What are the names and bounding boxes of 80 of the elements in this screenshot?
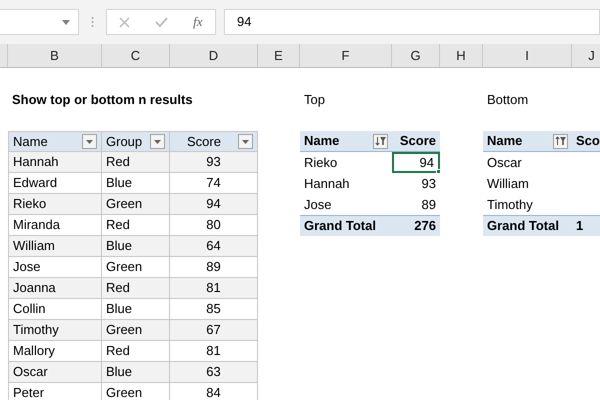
table-cell: Red	[102, 152, 170, 173]
pivot-label: Top	[303, 90, 326, 109]
pivot-cell: 94	[392, 152, 440, 173]
table-cell: 80	[170, 215, 258, 236]
table-cell: 89	[170, 257, 258, 278]
caret-icon	[86, 140, 93, 144]
table-cell: Blue	[102, 362, 170, 383]
table-cell: Blue	[102, 236, 170, 257]
grand-total-label: Grand Total	[483, 215, 572, 236]
grand-total-label: Grand Total	[300, 215, 392, 236]
pivot-cell-text: Rieko	[303, 154, 338, 172]
formula-input[interactable]: 94	[224, 9, 600, 35]
table-cell: 81	[170, 278, 258, 299]
table-cell: Hannah	[8, 152, 102, 173]
table-cell: Jose	[8, 257, 102, 278]
table-cell: Blue	[102, 299, 170, 320]
pivot-heading: Name	[304, 132, 340, 150]
column-heading: Name	[13, 132, 48, 151]
drag-handle-icon[interactable]	[91, 16, 94, 28]
table-cell: Collin	[8, 299, 102, 320]
column-header[interactable]: E	[258, 44, 300, 67]
pivot-heading: Score	[392, 131, 440, 152]
table-cell: 94	[170, 194, 258, 215]
table-cell: 74	[170, 173, 258, 194]
pivot-heading: Sco	[572, 131, 600, 152]
insert-function-button[interactable]: fx	[193, 12, 203, 32]
table-cell: Red	[102, 278, 170, 299]
table-cell: Miranda	[8, 215, 102, 236]
table-cell: William	[8, 236, 102, 257]
table-cell: Oscar	[8, 362, 102, 383]
table-cell: Edward	[8, 173, 102, 194]
caret-icon	[242, 140, 249, 144]
table-cell: Mallory	[8, 341, 102, 362]
filter-dropdown-button[interactable]	[82, 134, 97, 149]
pivot-cell-text: William	[486, 174, 530, 193]
column-header[interactable]: I	[483, 44, 572, 67]
pivot-cell-text: 93	[420, 174, 437, 193]
pivot-heading: Name	[487, 132, 522, 150]
table-cell: Green	[102, 194, 170, 215]
column-heading: Group	[106, 132, 142, 151]
grand-total-value: 276	[392, 215, 440, 236]
pivot-cell-text: 89	[420, 196, 437, 214]
fill-handle[interactable]	[436, 169, 441, 174]
table-cell: Green	[102, 320, 170, 341]
table-cell: Green	[102, 257, 170, 278]
pivot-cell-text: Hannah	[303, 174, 351, 193]
pivot-cell-text: Timothy	[486, 196, 534, 214]
pivot-cell-text: Jose	[303, 196, 332, 214]
table-cell: 81	[170, 341, 258, 362]
table-cell: 64	[170, 236, 258, 257]
check-icon[interactable]	[155, 17, 168, 27]
table-cell: Peter	[8, 383, 102, 400]
table-cell: 85	[170, 299, 258, 320]
column-header[interactable]: J	[572, 44, 600, 67]
column-header[interactable]: B	[8, 44, 102, 67]
filter-dropdown-button[interactable]	[238, 134, 253, 149]
table-cell: Joanna	[8, 278, 102, 299]
table-cell: Red	[102, 215, 170, 236]
table-cell: Blue	[102, 173, 170, 194]
column-header[interactable]: G	[392, 44, 440, 67]
table-cell: Timothy	[8, 320, 102, 341]
caret-icon	[154, 140, 161, 144]
column-header[interactable]: C	[102, 44, 170, 67]
grand-total-value: 1	[572, 215, 600, 236]
table-cell: 63	[170, 362, 258, 383]
table-cell: 67	[170, 320, 258, 341]
column-heading: Score	[186, 132, 222, 151]
filter-dropdown-button[interactable]	[150, 134, 165, 149]
dropdown-caret-icon	[62, 20, 70, 24]
table-cell: Rieko	[8, 194, 102, 215]
sheet-title: Show top or bottom n results	[11, 90, 194, 109]
pivot-label: Bottom	[486, 90, 530, 109]
table-cell: 93	[170, 152, 258, 173]
column-header[interactable]: D	[170, 44, 258, 67]
pivot-cell-text: Oscar	[486, 154, 523, 172]
sort-filter-button[interactable]	[553, 134, 568, 148]
sort-filter-button[interactable]	[373, 134, 388, 148]
column-header[interactable]: F	[300, 44, 392, 67]
table-cell: Red	[102, 341, 170, 362]
column-header[interactable]: H	[440, 44, 483, 67]
